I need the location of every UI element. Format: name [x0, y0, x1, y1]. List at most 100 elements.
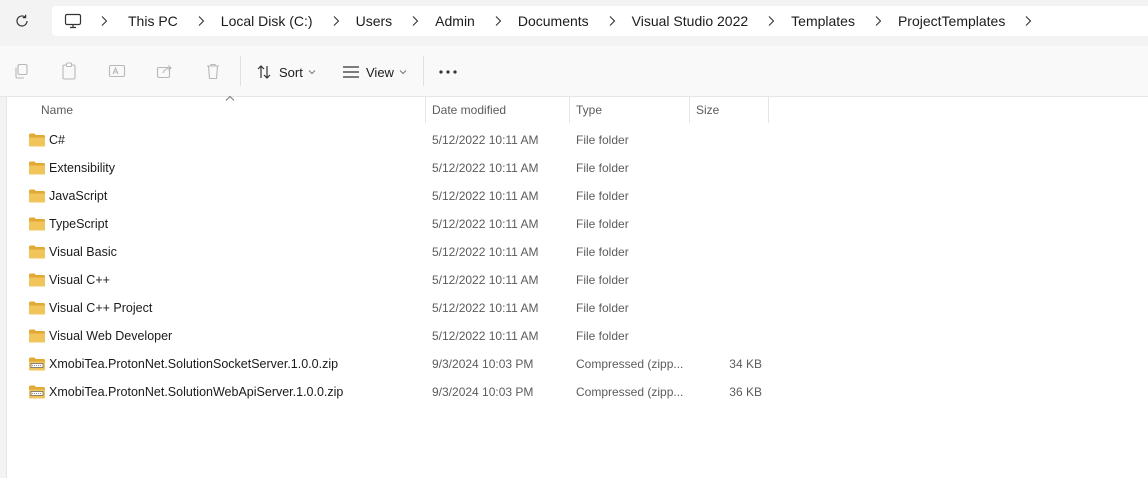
- chevron-right-icon[interactable]: [608, 15, 620, 27]
- breadcrumb-item[interactable]: Admin: [411, 13, 494, 29]
- sort-button[interactable]: Sort: [255, 58, 316, 86]
- file-name: Visual C++: [49, 273, 110, 287]
- file-size: [698, 238, 762, 266]
- chevron-right-icon[interactable]: [411, 15, 423, 27]
- paste-icon[interactable]: [59, 61, 79, 81]
- file-row[interactable]: XmobiTea.ProtonNet.SolutionWebApiServer.…: [8, 378, 768, 406]
- share-icon[interactable]: [155, 61, 175, 81]
- breadcrumb-label[interactable]: Documents: [518, 13, 589, 29]
- file-date: 5/12/2022 10:11 AM: [432, 273, 539, 287]
- address-row: This PC Local Disk (C:) Users Admin Document…: [0, 0, 1148, 46]
- chevron-right-icon[interactable]: [874, 15, 886, 27]
- file-row[interactable]: Visual C++ Project 5/12/2022 10:11 AM File…: [8, 294, 768, 322]
- chevron-right-icon[interactable]: [1024, 15, 1048, 27]
- file-type: File folder: [576, 273, 629, 287]
- file-name: Visual C++ Project: [49, 301, 153, 315]
- file-size: [698, 322, 762, 350]
- file-row[interactable]: C# 5/12/2022 10:11 AM File folder: [8, 126, 768, 154]
- file-date: 5/12/2022 10:11 AM: [432, 161, 539, 175]
- column-header-type[interactable]: Type: [576, 97, 602, 123]
- file-size: [698, 266, 762, 294]
- file-type: File folder: [576, 161, 629, 175]
- column-divider[interactable]: [425, 97, 426, 123]
- folder-icon: [28, 132, 46, 147]
- breadcrumb-item[interactable]: Local Disk (C:): [197, 13, 332, 29]
- chevron-right-icon[interactable]: [767, 15, 779, 27]
- folder-icon: [28, 244, 46, 259]
- breadcrumb-label[interactable]: ProjectTemplates: [898, 13, 1005, 29]
- zip-folder-icon: [28, 356, 46, 371]
- column-header-size[interactable]: Size: [696, 97, 719, 123]
- sort-icon: [255, 63, 273, 81]
- more-options-icon[interactable]: [438, 64, 458, 80]
- folder-icon: [28, 188, 46, 203]
- file-date: 9/3/2024 10:03 PM: [432, 357, 534, 371]
- breadcrumb-item[interactable]: ProjectTemplates: [874, 13, 1024, 29]
- breadcrumb-label[interactable]: Visual Studio 2022: [632, 13, 749, 29]
- folder-icon: [28, 160, 46, 175]
- breadcrumb-item[interactable]: Users: [332, 13, 412, 29]
- file-size: [698, 210, 762, 238]
- file-row[interactable]: TypeScript 5/12/2022 10:11 AM File folder: [8, 210, 768, 238]
- file-size: [698, 126, 762, 154]
- column-divider[interactable]: [689, 97, 690, 123]
- file-name: XmobiTea.ProtonNet.SolutionSocketServer.…: [49, 357, 339, 371]
- rename-icon[interactable]: [107, 61, 127, 81]
- file-name: JavaScript: [49, 189, 108, 203]
- file-date: 5/12/2022 10:11 AM: [432, 189, 539, 203]
- file-name: Extensibility: [49, 161, 115, 175]
- file-size: [698, 182, 762, 210]
- folder-icon: [28, 300, 46, 315]
- address-bar[interactable]: This PC Local Disk (C:) Users Admin Document…: [52, 6, 1148, 36]
- file-row[interactable]: Extensibility 5/12/2022 10:11 AM File fold…: [8, 154, 768, 182]
- file-row[interactable]: XmobiTea.ProtonNet.SolutionSocketServer.…: [8, 350, 768, 378]
- file-name: TypeScript: [49, 217, 109, 231]
- column-divider[interactable]: [768, 97, 769, 123]
- refresh-icon[interactable]: [11, 10, 33, 32]
- file-date: 5/12/2022 10:11 AM: [432, 329, 539, 343]
- chevron-right-icon[interactable]: [332, 15, 344, 27]
- file-row[interactable]: JavaScript 5/12/2022 10:11 AM File folder: [8, 182, 768, 210]
- computer-icon[interactable]: [64, 12, 82, 30]
- file-type: Compressed (zipp...: [576, 357, 684, 371]
- folder-icon: [28, 216, 46, 231]
- sort-label: Sort: [279, 64, 303, 80]
- copy-icon[interactable]: [11, 61, 31, 81]
- file-name: XmobiTea.ProtonNet.SolutionWebApiServer.…: [49, 385, 344, 399]
- chevron-right-icon[interactable]: [494, 15, 506, 27]
- file-date: 5/12/2022 10:11 AM: [432, 301, 539, 315]
- toolbar-divider: [423, 56, 424, 86]
- file-size: 34 KB: [729, 357, 762, 371]
- file-date: 5/12/2022 10:11 AM: [432, 217, 539, 231]
- breadcrumb-label[interactable]: This PC: [128, 13, 178, 29]
- breadcrumb-item[interactable]: This PC: [100, 13, 197, 29]
- column-header-name[interactable]: Name: [41, 97, 73, 123]
- breadcrumb-label[interactable]: Users: [356, 13, 393, 29]
- folder-icon: [28, 328, 46, 343]
- breadcrumb-item[interactable]: Templates: [767, 13, 874, 29]
- file-type: File folder: [576, 133, 629, 147]
- view-button[interactable]: View: [342, 58, 407, 86]
- column-divider[interactable]: [569, 97, 570, 123]
- breadcrumb-label[interactable]: Admin: [435, 13, 475, 29]
- chevron-right-icon[interactable]: [100, 15, 112, 27]
- file-row[interactable]: Visual Basic 5/12/2022 10:11 AM File folde…: [8, 238, 768, 266]
- zip-folder-icon: [28, 384, 46, 399]
- file-name: Visual Web Developer: [49, 329, 173, 343]
- file-date: 5/12/2022 10:11 AM: [432, 245, 539, 259]
- file-row[interactable]: Visual Web Developer 5/12/2022 10:11 AM Fi…: [8, 322, 768, 350]
- delete-icon[interactable]: [203, 61, 223, 81]
- breadcrumb-label[interactable]: Local Disk (C:): [221, 13, 313, 29]
- file-type: File folder: [576, 245, 629, 259]
- file-type: Compressed (zipp...: [576, 385, 684, 399]
- breadcrumb-item[interactable]: Documents: [494, 13, 608, 29]
- breadcrumb-item[interactable]: Visual Studio 2022: [608, 13, 768, 29]
- file-name: Visual Basic: [49, 245, 117, 259]
- file-row[interactable]: Visual C++ 5/12/2022 10:11 AM File folder: [8, 266, 768, 294]
- file-size: [698, 154, 762, 182]
- folder-icon: [28, 272, 46, 287]
- chevron-right-icon[interactable]: [197, 15, 209, 27]
- breadcrumb-label[interactable]: Templates: [791, 13, 855, 29]
- chevron-down-icon: [399, 68, 407, 76]
- column-header-date[interactable]: Date modified: [432, 97, 506, 123]
